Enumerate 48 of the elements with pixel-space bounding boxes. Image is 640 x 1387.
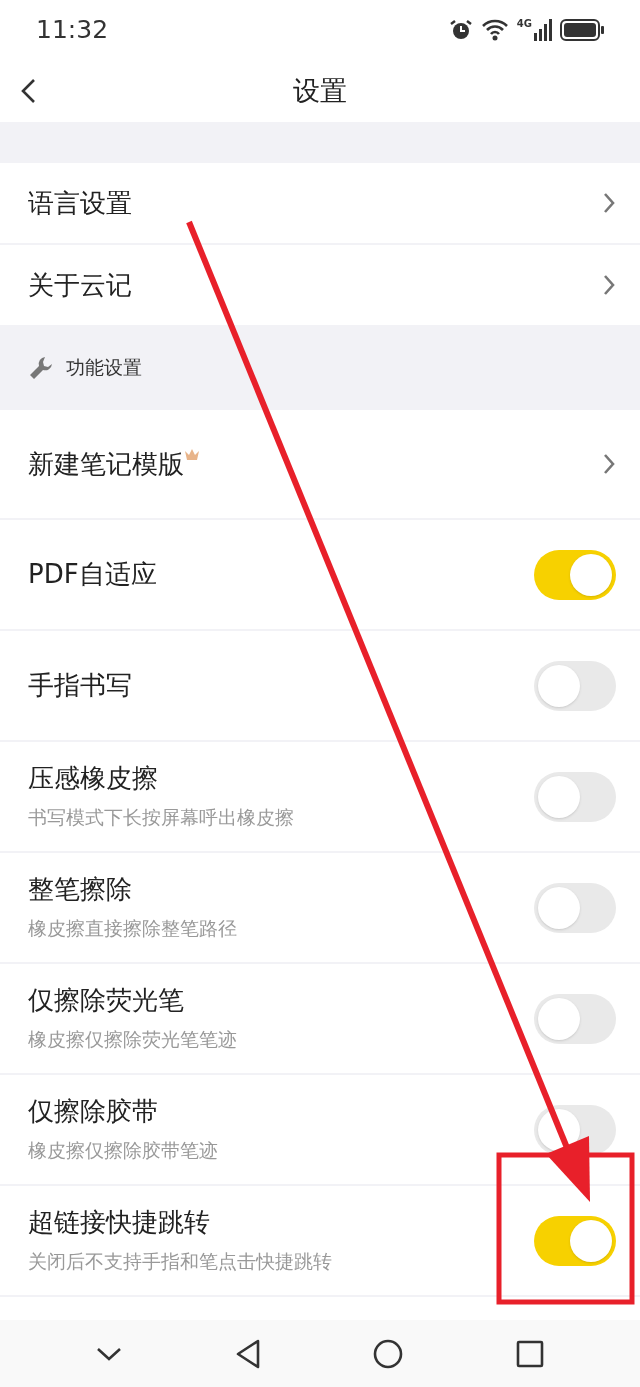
setting-description: 橡皮擦仅擦除胶带笔迹 <box>28 1137 218 1163</box>
setting-description: 橡皮擦仅擦除荧光笔笔迹 <box>28 1026 237 1052</box>
settings-row[interactable]: 语言设置 <box>0 163 640 243</box>
chevron-right-icon <box>602 192 616 214</box>
section-header: 功能设置 <box>66 355 142 381</box>
setting-label: 压感橡皮擦 <box>28 762 158 795</box>
chevron-right-icon <box>602 274 616 296</box>
setting-label: 仅擦除胶带 <box>28 1095 158 1128</box>
back-icon <box>20 77 36 105</box>
settings-row[interactable]: 压感橡皮擦 书写模式下长按屏幕呼出橡皮擦 <box>0 742 640 851</box>
settings-row[interactable]: PDF自适应 <box>0 520 640 629</box>
toggle-switch[interactable] <box>534 771 616 822</box>
toggle-switch[interactable] <box>534 1215 616 1266</box>
signal-icon <box>534 19 552 41</box>
page-title: 设置 <box>293 73 347 108</box>
wifi-icon <box>480 19 509 41</box>
back-triangle-icon[interactable] <box>234 1338 261 1369</box>
setting-label: 手指书写 <box>28 669 132 702</box>
recents-square-icon[interactable] <box>515 1339 544 1368</box>
network-label: 4G <box>516 19 532 29</box>
settings-row[interactable]: 新建笔记模版 <box>0 410 640 518</box>
home-circle-icon[interactable] <box>373 1338 404 1369</box>
settings-row[interactable]: 手指书写 <box>0 631 640 740</box>
setting-label: 关于云记 <box>28 268 132 302</box>
setting-description: 橡皮擦直接擦除整笔路径 <box>28 915 237 941</box>
toggle-switch[interactable] <box>534 549 616 600</box>
setting-label: 语言设置 <box>28 186 132 220</box>
setting-label: PDF自适应 <box>28 558 157 591</box>
setting-description: 书写模式下长按屏幕呼出橡皮擦 <box>28 804 294 830</box>
setting-label: 整笔擦除 <box>28 873 132 906</box>
setting-label: 新建笔记模版 <box>28 447 184 481</box>
settings-row[interactable]: 仅擦除荧光笔 橡皮擦仅擦除荧光笔笔迹 <box>0 964 640 1073</box>
chevron-right-icon <box>602 453 616 475</box>
setting-label: 超链接快捷跳转 <box>28 1206 210 1239</box>
alarm-icon <box>448 18 473 42</box>
toggle-switch[interactable] <box>534 660 616 711</box>
setting-label: 仅擦除荧光笔 <box>28 984 184 1017</box>
status-time: 11:32 <box>36 14 109 47</box>
chevron-down-icon[interactable] <box>96 1345 123 1362</box>
setting-description: 关闭后不支持手指和笔点击快捷跳转 <box>28 1248 332 1274</box>
settings-row[interactable]: 超链接快捷跳转 关闭后不支持手指和笔点击快捷跳转 <box>0 1186 640 1295</box>
toggle-switch[interactable] <box>534 882 616 933</box>
settings-row[interactable]: 关于云记 <box>0 245 640 325</box>
settings-row[interactable]: 仅擦除胶带 橡皮擦仅擦除胶带笔迹 <box>0 1075 640 1184</box>
battery-icon <box>560 19 604 41</box>
wrench-icon <box>28 354 54 381</box>
settings-row[interactable]: 整笔擦除 橡皮擦直接擦除整笔路径 <box>0 853 640 962</box>
toggle-switch[interactable] <box>534 993 616 1044</box>
